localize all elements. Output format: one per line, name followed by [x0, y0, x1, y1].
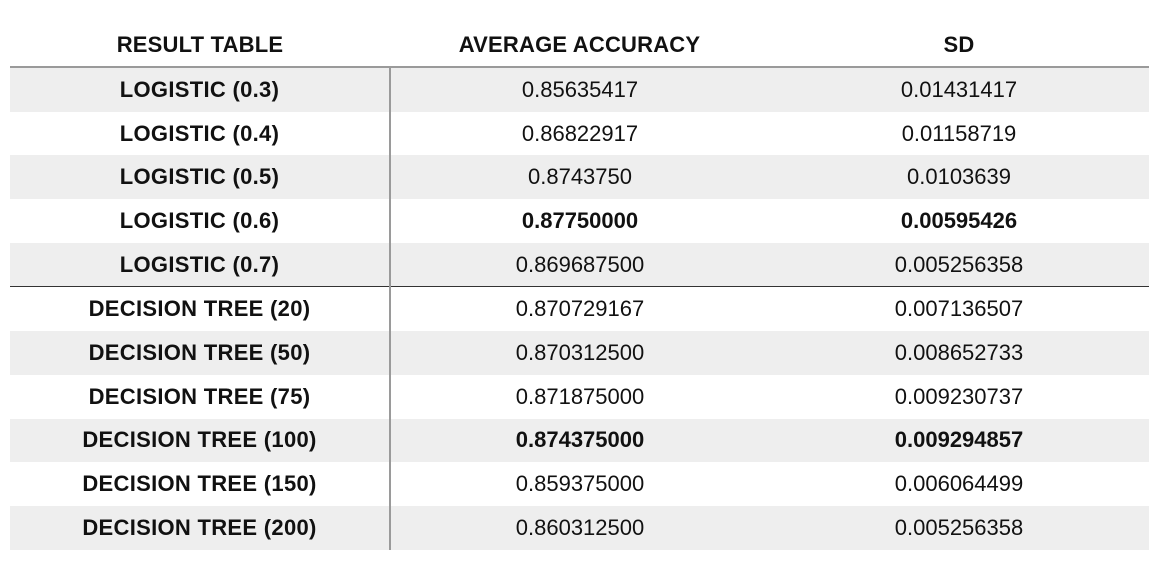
row-model-name: DECISION TREE (75) [10, 374, 391, 419]
row-average-accuracy: 0.85635417 [390, 67, 769, 112]
table-row: DECISION TREE (100) 0.874375000 0.009294… [10, 418, 1149, 463]
row-model-name: LOGISTIC (0.6) [10, 199, 391, 243]
row-model-name: DECISION TREE (200) [10, 505, 391, 550]
table-row: DECISION TREE (200) 0.860312500 0.005256… [10, 505, 1149, 550]
row-sd: 0.01158719 [901, 120, 1017, 146]
row-average-accuracy: 0.860312500 [390, 505, 769, 550]
table-row: DECISION TREE (75) 0.871875000 0.0092307… [10, 374, 1149, 419]
row-sd: 0.006064499 [894, 471, 1024, 497]
row-model-name: LOGISTIC (0.5) [10, 155, 391, 200]
row-sd: 0.007136507 [769, 286, 1149, 332]
results-page: RESULT TABLE AVERAGE ACCURACY SD LOGISTI… [0, 0, 1162, 564]
table-row: DECISION TREE (50) 0.870312500 0.0086527… [10, 331, 1149, 375]
row-model-name: DECISION TREE (100) [10, 418, 391, 463]
row-sd: 0.009294857 [769, 418, 1149, 463]
row-model-name: DECISION TREE (150) [10, 462, 391, 506]
row-average-accuracy: 0.859375000 [515, 471, 645, 497]
row-average-accuracy: 0.871875000 [515, 383, 645, 409]
results-table: RESULT TABLE AVERAGE ACCURACY SD LOGISTI… [10, 23, 1149, 550]
row-average-accuracy: 0.86822917 [521, 120, 639, 146]
row-model-name: DECISION TREE (20) [10, 286, 391, 332]
header-average-accuracy: AVERAGE ACCURACY [390, 23, 769, 68]
row-sd: 0.005256358 [769, 242, 1149, 287]
row-average-accuracy: 0.870312500 [390, 331, 769, 375]
row-sd: 0.008652733 [769, 331, 1149, 375]
row-sd: 0.01431417 [769, 67, 1149, 112]
row-model-name: LOGISTIC (0.4) [10, 111, 391, 156]
row-model-name: LOGISTIC (0.7) [10, 242, 391, 287]
table-row: LOGISTIC (0.5) 0.8743750 0.0103639 [10, 155, 1149, 200]
row-model-name: LOGISTIC (0.3) [10, 67, 391, 112]
table-row: LOGISTIC (0.7) 0.869687500 0.005256358 [10, 242, 1149, 287]
row-average-accuracy: 0.87750000 [521, 207, 639, 233]
table-row: LOGISTIC (0.6) 0.87750000 0.00595426 [10, 199, 1149, 243]
header-result-table: RESULT TABLE [10, 23, 390, 68]
row-average-accuracy: 0.869687500 [390, 242, 769, 287]
table-row: LOGISTIC (0.4) 0.86822917 0.01158719 [10, 111, 1149, 156]
table-row: DECISION TREE (20) 0.870729167 0.0071365… [10, 286, 1149, 332]
row-model-name: DECISION TREE (50) [10, 331, 391, 375]
header-row: RESULT TABLE AVERAGE ACCURACY SD [10, 23, 1149, 68]
row-average-accuracy: 0.870729167 [390, 286, 769, 332]
row-sd: 0.009230737 [894, 383, 1024, 409]
row-average-accuracy: 0.874375000 [390, 418, 769, 463]
table-row: LOGISTIC (0.3) 0.85635417 0.01431417 [10, 67, 1149, 112]
header-sd: SD [769, 23, 1149, 68]
row-sd: 0.00595426 [900, 207, 1018, 233]
row-average-accuracy: 0.8743750 [390, 155, 769, 200]
row-sd: 0.0103639 [769, 155, 1149, 200]
table-row: DECISION TREE (150) 0.859375000 0.006064… [10, 462, 1149, 506]
row-sd: 0.005256358 [769, 505, 1149, 550]
